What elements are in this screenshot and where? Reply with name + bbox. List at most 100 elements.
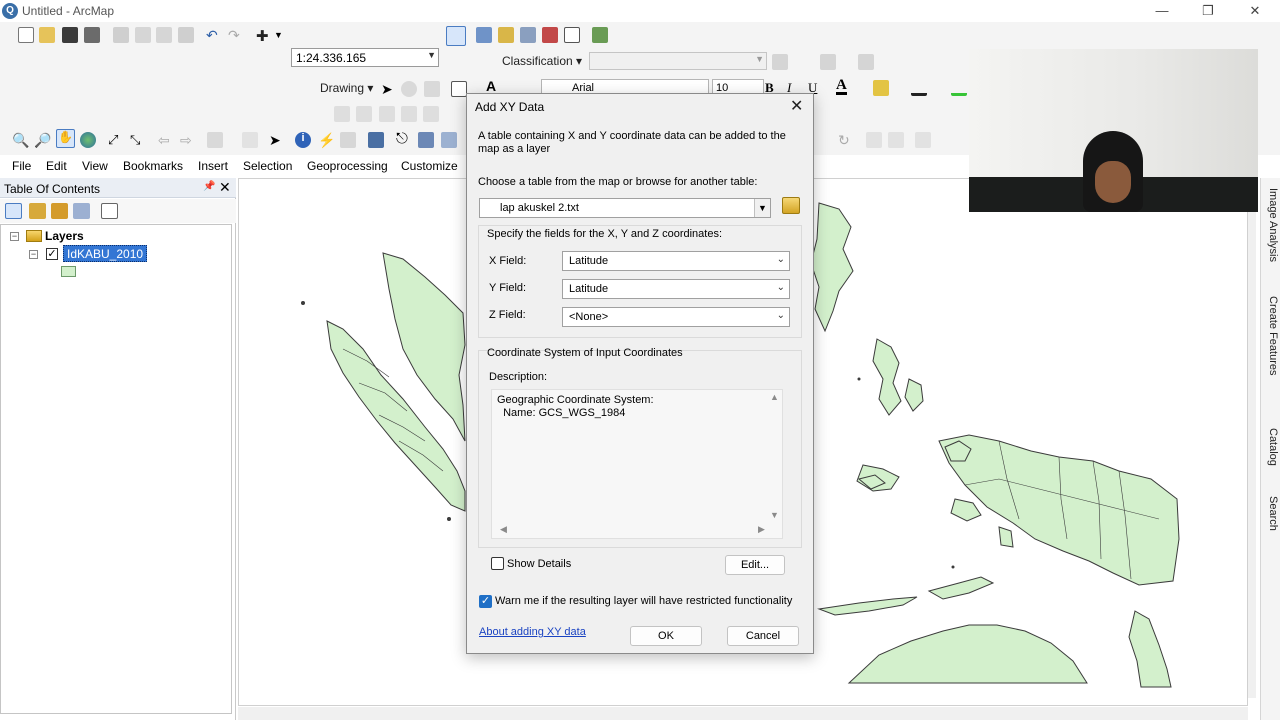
menu-customize[interactable]: Customize bbox=[401, 159, 458, 173]
html-popup-icon[interactable] bbox=[340, 132, 356, 148]
toc-close-icon[interactable]: ✕ bbox=[219, 179, 231, 196]
cut-icon[interactable] bbox=[113, 27, 129, 43]
delete-icon[interactable] bbox=[178, 27, 194, 43]
fixed-zoom-in-icon[interactable]: ⤢ bbox=[108, 132, 124, 148]
pan-classification-icon[interactable] bbox=[858, 54, 874, 70]
arctoolbox-icon[interactable] bbox=[542, 27, 558, 43]
back-arrow-icon[interactable]: ⇦ bbox=[158, 132, 174, 148]
paste-icon[interactable] bbox=[156, 27, 172, 43]
editor-extra-icon-2[interactable] bbox=[888, 132, 904, 148]
rectangle-icon[interactable] bbox=[451, 81, 467, 97]
rotate-icon[interactable] bbox=[401, 81, 417, 97]
select-elements-arrow-icon[interactable]: ➤ bbox=[381, 81, 397, 97]
description-textarea[interactable]: Geographic Coordinate System: Name: GCS_… bbox=[491, 389, 783, 539]
classification-menu[interactable]: Classification ▾ bbox=[502, 54, 582, 68]
select-features-icon[interactable] bbox=[207, 132, 223, 148]
edit-button[interactable]: Edit... bbox=[725, 555, 785, 575]
copy-icon[interactable] bbox=[135, 27, 151, 43]
list-by-source-icon[interactable] bbox=[29, 203, 46, 219]
ok-button[interactable]: OK bbox=[630, 626, 702, 646]
x-field-select[interactable]: Latitude ⌄ bbox=[562, 251, 790, 271]
point-icon[interactable] bbox=[423, 106, 439, 122]
warn-restricted-label[interactable]: Warn me if the resulting layer will have… bbox=[495, 595, 792, 607]
dock-tab-image-analysis[interactable]: Image Analysis bbox=[1263, 188, 1279, 262]
model-builder-icon[interactable] bbox=[592, 27, 608, 43]
menu-insert[interactable]: Insert bbox=[198, 159, 228, 173]
python-window-icon[interactable] bbox=[564, 27, 580, 43]
menu-selection[interactable]: Selection bbox=[243, 159, 292, 173]
minimize-icon[interactable]: — bbox=[1147, 2, 1177, 20]
pin-icon[interactable]: 📌 bbox=[203, 181, 215, 192]
show-details-checkbox[interactable] bbox=[491, 557, 504, 570]
open-folder-icon[interactable] bbox=[39, 27, 55, 43]
drawing-menu[interactable]: Drawing ▾ bbox=[320, 81, 373, 95]
dock-tab-catalog[interactable]: Catalog bbox=[1263, 428, 1279, 466]
data-frame-label[interactable]: Layers bbox=[45, 229, 84, 243]
select-elements-icon[interactable]: ➤ bbox=[269, 132, 285, 148]
forward-arrow-icon[interactable]: ⇨ bbox=[180, 132, 196, 148]
warn-restricted-checkbox[interactable]: ✓ bbox=[479, 595, 492, 608]
rotate-tool-icon[interactable]: ↻ bbox=[838, 132, 854, 148]
table-select[interactable]: lap akuskel 2.txt ▼ bbox=[479, 198, 771, 218]
fill-color-icon[interactable] bbox=[873, 80, 889, 96]
browse-folder-icon[interactable] bbox=[782, 197, 800, 214]
map-scale-combo[interactable]: 1:24.336.165 ▼ bbox=[291, 48, 439, 67]
z-field-select[interactable]: <None> ⌄ bbox=[562, 307, 790, 327]
toc-options-icon[interactable] bbox=[101, 203, 118, 219]
menu-geoprocessing[interactable]: Geoprocessing bbox=[307, 159, 388, 173]
new-text-icon[interactable]: A bbox=[486, 78, 502, 94]
cancel-button[interactable]: Cancel bbox=[727, 626, 799, 646]
close-icon[interactable]: ✕ bbox=[1240, 2, 1270, 20]
list-by-drawing-order-icon[interactable] bbox=[5, 203, 22, 219]
about-xy-data-link[interactable]: About adding XY data bbox=[479, 626, 586, 638]
line-color-icon[interactable] bbox=[911, 80, 927, 96]
y-field-select[interactable]: Latitude ⌄ bbox=[562, 279, 790, 299]
dialog-close-icon[interactable]: ✕ bbox=[790, 96, 803, 116]
straight-segment-icon[interactable] bbox=[379, 106, 395, 122]
dock-tab-search[interactable]: Search bbox=[1263, 496, 1279, 531]
redo-icon[interactable]: ↷ bbox=[228, 27, 244, 43]
search-window-icon[interactable] bbox=[520, 27, 536, 43]
editor-extra-icon-3[interactable] bbox=[915, 132, 931, 148]
scroll-left-icon[interactable]: ◀ bbox=[500, 524, 507, 535]
zoom-out-icon[interactable]: 🔎 bbox=[34, 132, 51, 148]
undo-icon[interactable]: ↶ bbox=[206, 27, 222, 43]
collapse-layers-icon[interactable]: − bbox=[10, 232, 19, 241]
hyperlink-icon[interactable]: ⚡ bbox=[318, 132, 335, 148]
show-details-label[interactable]: Show Details bbox=[507, 558, 571, 570]
classify-icon[interactable] bbox=[772, 54, 788, 70]
time-slider-icon[interactable] bbox=[441, 132, 457, 148]
add-data-icon[interactable]: ✚ bbox=[256, 27, 272, 45]
add-data-dropdown-icon[interactable]: ▼ bbox=[274, 30, 290, 46]
font-color-button[interactable]: A bbox=[836, 78, 847, 95]
layer-symbol-swatch[interactable] bbox=[61, 266, 76, 277]
print-icon[interactable] bbox=[84, 27, 100, 43]
description-vertical-scrollbar[interactable]: ▲ ▼ bbox=[768, 392, 780, 522]
layer-name[interactable]: IdKABU_2010 bbox=[63, 245, 148, 262]
scroll-right-icon[interactable]: ▶ bbox=[758, 524, 765, 535]
map-vertical-scrollbar[interactable] bbox=[1248, 178, 1256, 698]
measure-icon[interactable] bbox=[368, 132, 384, 148]
identify-info-icon[interactable]: i bbox=[295, 132, 311, 148]
dock-tab-create-features[interactable]: Create Features bbox=[1263, 296, 1279, 375]
menu-bookmarks[interactable]: Bookmarks bbox=[123, 159, 183, 173]
collapse-layer-icon[interactable]: − bbox=[29, 250, 38, 259]
zoom-to-selected-elements-icon[interactable] bbox=[424, 81, 440, 97]
find-binoculars-icon[interactable]: ⎋ bbox=[396, 130, 412, 147]
marker-color-icon[interactable] bbox=[951, 80, 967, 96]
list-by-visibility-icon[interactable] bbox=[51, 203, 68, 219]
scroll-up-icon[interactable]: ▲ bbox=[770, 392, 779, 402]
zoom-in-icon[interactable]: 🔍 bbox=[12, 132, 29, 148]
menu-edit[interactable]: Edit bbox=[46, 159, 67, 173]
trace-icon[interactable] bbox=[401, 106, 417, 122]
new-document-icon[interactable] bbox=[18, 27, 34, 43]
clear-selection-icon[interactable] bbox=[242, 132, 258, 148]
edit-annotation-icon[interactable] bbox=[356, 106, 372, 122]
catalog-window-icon[interactable] bbox=[498, 27, 514, 43]
chevron-down-icon[interactable]: ▼ bbox=[754, 199, 770, 217]
list-by-selection-icon[interactable] bbox=[73, 203, 90, 219]
go-to-xy-icon[interactable] bbox=[418, 132, 434, 148]
classification-combo[interactable]: ▼ bbox=[589, 52, 767, 70]
menu-file[interactable]: File bbox=[12, 159, 31, 173]
full-extent-globe-icon[interactable] bbox=[80, 132, 96, 148]
